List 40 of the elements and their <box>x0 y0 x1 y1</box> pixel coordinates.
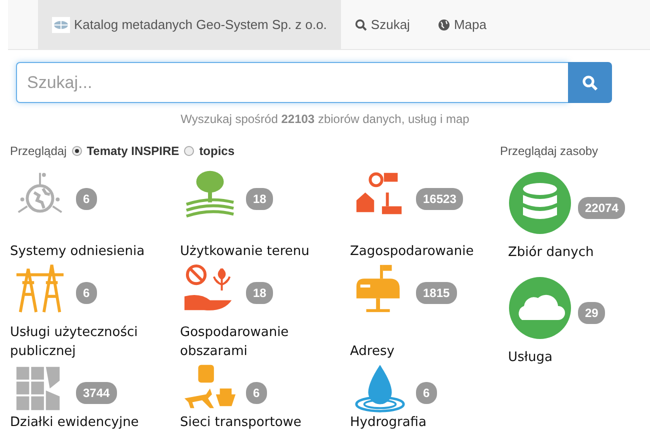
radio-label[interactable]: topics <box>199 142 235 160</box>
count-badge: 18 <box>246 282 274 304</box>
radio-button[interactable] <box>72 146 82 156</box>
theme-link[interactable]: Działki ewidencyjne <box>10 414 170 430</box>
search-field[interactable]: Szukaj... <box>16 62 568 103</box>
resource-link[interactable]: Zbiór danych <box>508 244 638 263</box>
theme-link[interactable]: Zagospodarowanie <box>350 243 510 262</box>
nav-link[interactable]: Mapa <box>424 0 500 49</box>
browse-label: Przeglądaj <box>10 143 67 160</box>
count-badge: 16523 <box>416 188 464 210</box>
theme-link[interactable]: Adresy <box>350 343 510 362</box>
count-badge: 6 <box>416 382 437 404</box>
count-badge: 22074 <box>578 197 626 219</box>
search-hint: Wyszukaj spośród 22103 zbiorów danych, usług i map <box>180 111 470 128</box>
brand-link[interactable]: Katalog metadanych Geo-System Sp. z o.o. <box>38 0 341 49</box>
radio-button[interactable] <box>184 146 194 156</box>
theme-link[interactable]: Usługi użyteczności publicznej <box>10 324 170 362</box>
count-badge: 6 <box>76 282 97 304</box>
count-badge: 1815 <box>416 282 457 304</box>
cloud-icon <box>508 276 572 340</box>
count-badge: 3744 <box>76 382 117 404</box>
count-badge: 18 <box>246 188 274 210</box>
logo-icon <box>52 16 70 32</box>
nav-link[interactable]: Szukaj <box>340 0 424 49</box>
theme-link[interactable]: Systemy odniesienia <box>10 243 170 262</box>
count-badge: 6 <box>76 188 97 210</box>
search-button[interactable] <box>568 62 612 103</box>
globe-icon <box>438 18 450 30</box>
search-icon <box>582 74 598 90</box>
database-icon <box>508 171 572 235</box>
section-title: Przeglądaj zasoby <box>500 143 600 160</box>
theme-link[interactable]: Sieci transportowe <box>180 414 340 430</box>
resource-link[interactable]: Usługa <box>508 349 638 368</box>
theme-link[interactable]: Hydrografia <box>350 414 510 430</box>
count-badge: 29 <box>578 302 606 324</box>
count-badge: 6 <box>246 382 267 404</box>
theme-link[interactable]: Gospodarowanie obszarami <box>180 324 340 362</box>
theme-link[interactable]: Użytkowanie terenu <box>180 243 340 262</box>
radio-label[interactable]: Tematy INSPIRE <box>86 142 180 160</box>
search-icon <box>354 18 367 30</box>
